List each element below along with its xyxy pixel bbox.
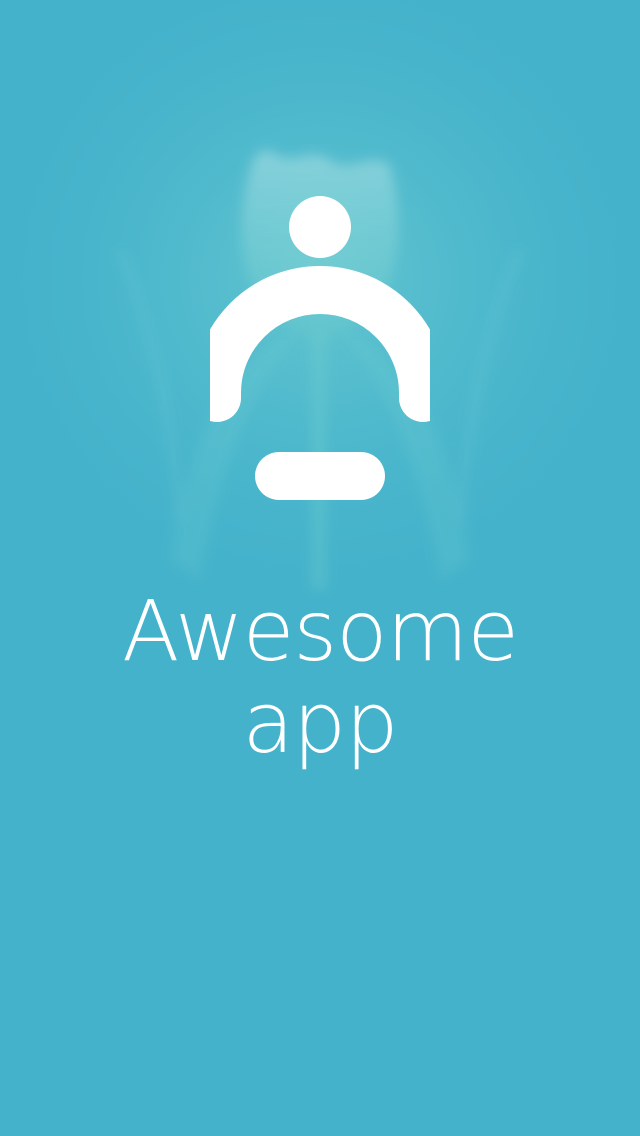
app-title-line-1: Awesome: [121, 582, 519, 680]
person-meditation-icon: [210, 196, 430, 500]
app-title: Awesome app: [0, 585, 640, 769]
splash-screen: Awesome app: [0, 0, 640, 1136]
app-title-line-2: app: [242, 674, 398, 772]
